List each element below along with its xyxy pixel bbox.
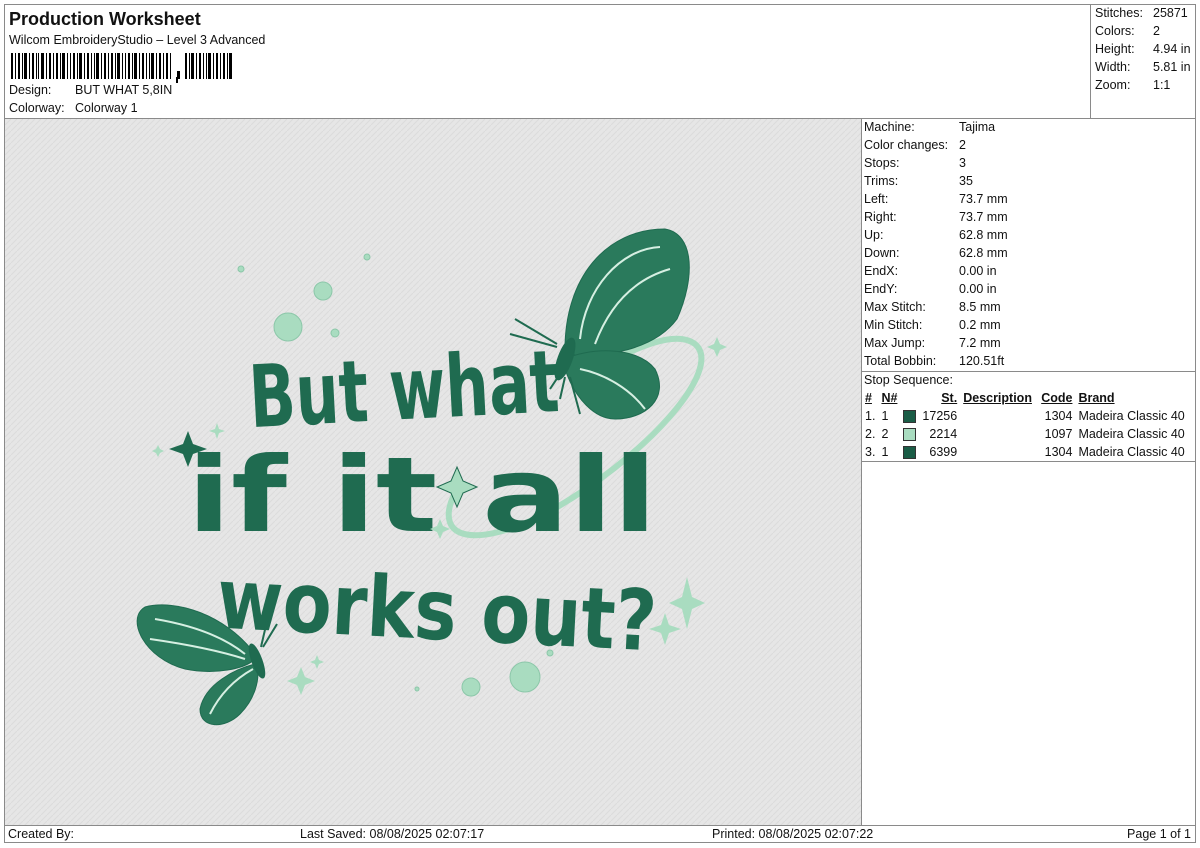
machine-value: Tajima [959,120,996,134]
row-num: 1. [865,409,876,423]
height-label: Height: [1095,42,1135,56]
row-stitches: 6399 [929,445,958,459]
zoom-label: Zoom: [1095,78,1131,92]
row-code: 1097 [1044,427,1073,441]
row-description [960,443,1038,461]
colors-value: 2 [1153,24,1160,38]
color-changes-value: 2 [959,138,966,152]
stop-sequence-title: Stop Sequence: [864,373,953,387]
stop-sequence-table: # N# St. Description Code Brand 1. 1 172… [862,389,1188,461]
max-stitch-value: 8.5 mm [959,300,1001,314]
width-value: 5.81 in [1153,60,1191,74]
line-but-what: But what [247,332,562,448]
trims-label: Trims: [864,174,899,188]
table-row: 1. 1 17256 1304 Madeira Classic 40 [862,407,1188,425]
col-header-brand: Brand [1078,391,1115,405]
worksheet-title: Production Worksheet [9,9,201,29]
table-header-row: # N# St. Description Code Brand [862,389,1188,407]
endx-value: 0.00 in [959,264,997,278]
worksheet-header: Production Worksheet Wilcom EmbroiderySt… [4,4,1196,118]
row-code: 1304 [1044,445,1073,459]
worksheet-footer: Created By: Last Saved: 08/08/2025 02:07… [4,825,1196,843]
up-label: Up: [864,228,884,242]
color-swatch [903,410,917,424]
divider [862,461,1195,462]
row-description [960,407,1038,425]
created-by: Created By: [8,827,75,841]
row-description [960,425,1038,443]
embroidery-artwork: But what if it all works out? [5,119,861,825]
design-name: BUT WHAT 5,8IN [75,83,173,97]
design-stats: Stitches: 25871 Colors: 2 Height: 4.94 in W… [1090,4,1196,118]
color-swatch [903,446,917,460]
zoom-value: 1:1 [1153,78,1171,92]
last-saved: Last Saved: 08/08/2025 02:07:17 [300,827,485,841]
row-num: 2. [865,427,876,441]
stitches-label: Stitches: [1095,6,1143,20]
row-needle: 1 [881,445,889,459]
design-preview: But what if it all works out? [4,118,862,826]
table-row: 2. 2 2214 1097 Madeira Classic 40 [862,425,1188,443]
software-name: Wilcom EmbroideryStudio – Level 3 Advanc… [9,33,266,47]
machine-info-panel: Machine: Tajima Color changes: 2 Stops: 3 T… [861,118,1196,826]
left-label: Left: [864,192,889,206]
colors-label: Colors: [1095,24,1135,38]
line-if-it-all: if it all [187,434,657,556]
row-needle: 1 [881,409,889,423]
max-stitch-label: Max Stitch: [864,300,926,314]
up-value: 62.8 mm [959,228,1008,242]
col-header-n: N# [881,391,898,405]
barcode [11,53,232,83]
endy-value: 0.00 in [959,282,997,296]
printed-date: Printed: 08/08/2025 02:07:22 [712,827,874,841]
machine-label: Machine: [864,120,915,134]
design-label: Design: [9,83,52,97]
row-stitches: 17256 [922,409,958,423]
col-header-code: Code [1041,391,1073,405]
height-value: 4.94 in [1153,42,1191,56]
left-value: 73.7 mm [959,192,1008,206]
row-code: 1304 [1044,409,1073,423]
down-value: 62.8 mm [959,246,1008,260]
divider [862,371,1195,372]
col-header-st: St. [941,391,958,405]
col-header-description: Description [963,391,1032,405]
endy-label: EndY: [864,282,898,296]
total-bobbin-label: Total Bobbin: [864,354,937,368]
colorway-label: Colorway: [9,101,65,115]
min-stitch-value: 0.2 mm [959,318,1001,332]
trims-value: 35 [959,174,973,188]
table-row: 3. 1 6399 1304 Madeira Classic 40 [862,443,1188,461]
right-value: 73.7 mm [959,210,1008,224]
down-label: Down: [864,246,900,260]
row-num: 3. [865,445,876,459]
design-row: Design: BUT WHAT 5,8IN [9,83,172,97]
color-changes-label: Color changes: [864,138,949,152]
row-brand: Madeira Classic 40 [1078,409,1185,423]
page-number: Page 1 of 1 [1127,827,1191,841]
stops-value: 3 [959,156,966,170]
width-label: Width: [1095,60,1131,74]
max-jump-label: Max Jump: [864,336,926,350]
min-stitch-label: Min Stitch: [864,318,923,332]
stitches-value: 25871 [1153,6,1188,20]
row-stitches: 2214 [929,427,958,441]
row-brand: Madeira Classic 40 [1078,445,1185,459]
col-header-num: # [865,391,872,405]
right-label: Right: [864,210,897,224]
max-jump-value: 7.2 mm [959,336,1001,350]
color-swatch [903,428,917,442]
row-brand: Madeira Classic 40 [1078,427,1185,441]
total-bobbin-value: 120.51ft [959,354,1005,368]
colorway-row: Colorway: Colorway 1 [9,101,138,115]
stops-label: Stops: [864,156,900,170]
endx-label: EndX: [864,264,899,278]
colorway-name: Colorway 1 [75,101,138,115]
row-needle: 2 [881,427,889,441]
